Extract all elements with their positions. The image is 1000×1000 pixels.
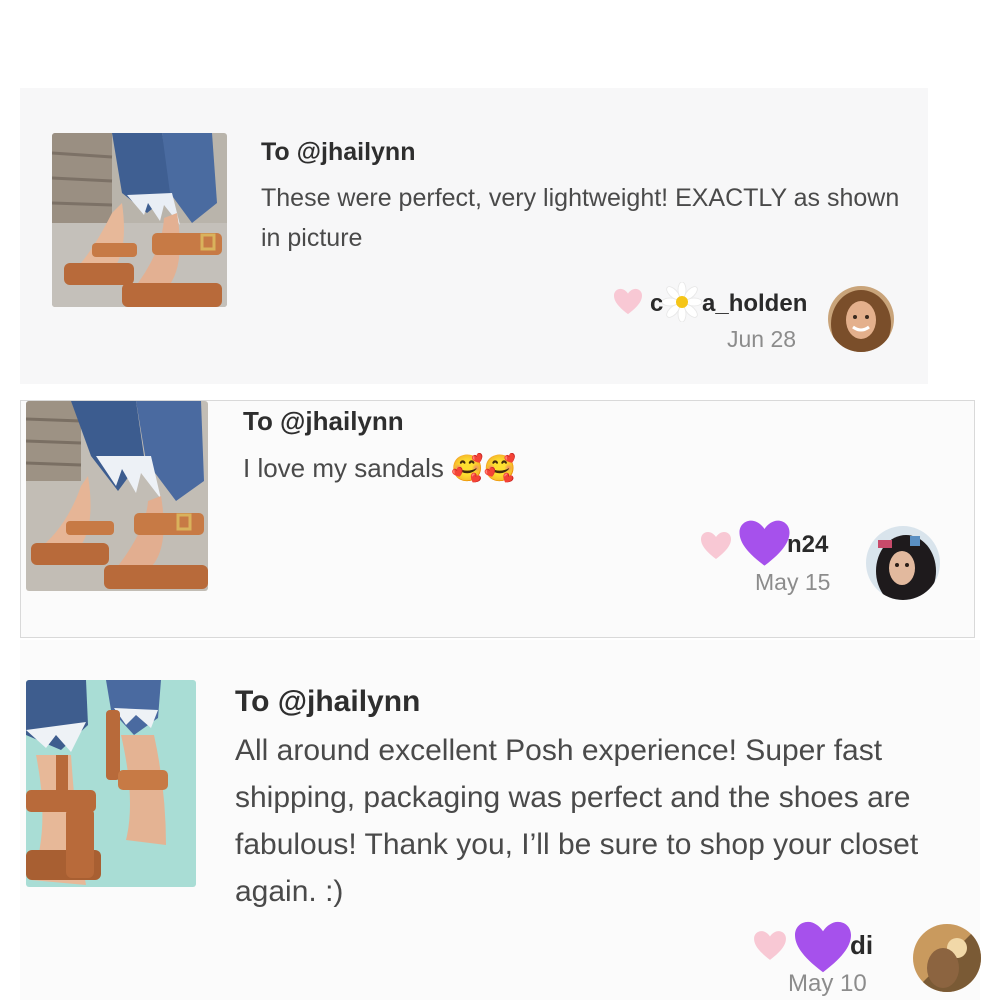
like-heart-icon[interactable] <box>613 288 643 316</box>
sandal-photo <box>26 401 208 591</box>
reviewer-avatar[interactable] <box>913 924 981 992</box>
purple-heart-icon <box>793 920 853 976</box>
review-recipient: To @jhailynn <box>243 406 404 436</box>
reviewer-username[interactable]: c a_holden <box>650 282 810 322</box>
reviewer-avatar[interactable] <box>828 286 894 352</box>
reviewer-username[interactable]: n24 <box>787 531 828 559</box>
product-thumbnail[interactable] <box>26 401 208 591</box>
reviewer-username[interactable]: di <box>850 930 873 961</box>
review-card: To @jhailynn All around excellent Posh e… <box>20 640 981 1000</box>
product-thumbnail[interactable] <box>26 680 196 887</box>
sandal-photo <box>52 133 227 307</box>
review-date: Jun 28 <box>727 326 797 352</box>
like-heart-icon[interactable] <box>700 531 732 561</box>
daisy-icon <box>662 282 702 322</box>
review-message-row: I love my sandals 🥰🥰 <box>243 453 516 484</box>
sandal-photo <box>26 680 196 887</box>
purple-heart-icon <box>737 519 792 569</box>
review-date: May 15 <box>755 569 831 595</box>
product-thumbnail[interactable] <box>52 133 227 307</box>
review-message: I love my sandals <box>243 453 444 483</box>
review-message: These were perfect, very lightweight! EX… <box>261 184 900 252</box>
like-heart-icon[interactable] <box>753 930 787 962</box>
review-message: All around excellent Posh experience! Su… <box>235 734 919 908</box>
review-recipient: To @jhailynn <box>261 138 416 166</box>
username-end: a_holden <box>702 290 808 317</box>
review-card: To @jhailynn I love my sandals 🥰🥰 n24 Ma… <box>20 400 975 638</box>
review-date: May 10 <box>788 970 867 997</box>
review-recipient: To @jhailynn <box>235 685 421 718</box>
smiling-hearts-emoji: 🥰🥰 <box>451 454 516 484</box>
review-card: To @jhailynn These were perfect, very li… <box>20 88 928 384</box>
reviewer-avatar[interactable] <box>866 526 940 600</box>
